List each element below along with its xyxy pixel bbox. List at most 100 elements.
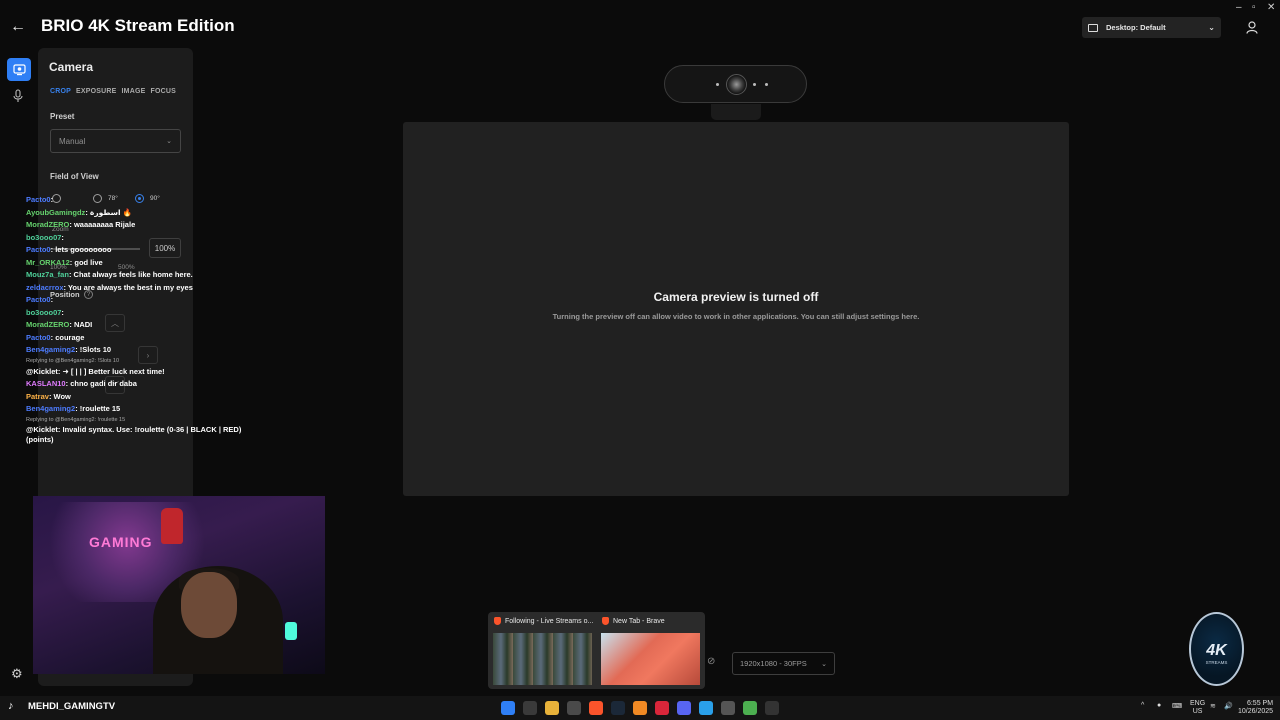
steam-icon[interactable] — [611, 701, 625, 715]
chat-username[interactable]: Pacto0 — [26, 245, 51, 254]
camera-sensor-dot — [753, 83, 756, 86]
chat-username[interactable]: bo3ooo07 — [26, 308, 61, 317]
wifi-icon[interactable]: ≋ — [1210, 702, 1216, 710]
chat-username[interactable]: zeldacrrox — [26, 283, 64, 292]
chat-text: !roulette 15 — [79, 404, 121, 413]
tab-image[interactable]: IMAGE — [122, 88, 146, 95]
settings-tabs: CROP EXPOSURE IMAGE FOCUS — [50, 88, 176, 95]
chrome-icon[interactable] — [743, 701, 757, 715]
lang-code: ENG — [1190, 700, 1206, 707]
chat-message: zeldacrrox: You are always the best in m… — [26, 282, 266, 295]
brave-icon — [602, 617, 609, 625]
desk-lamp — [285, 622, 297, 640]
keyboard-tray-icon[interactable]: ⌨ — [1172, 702, 1182, 710]
chat-text: Wow — [53, 391, 71, 401]
clock-time: 6:55 PM — [1246, 700, 1274, 707]
clock[interactable]: 6:55 PM 10/26/2025 — [1238, 700, 1273, 716]
app-icon[interactable] — [699, 701, 713, 715]
back-arrow-icon[interactable]: ← — [10, 18, 28, 36]
volume-icon[interactable]: 🔊 — [1224, 702, 1233, 710]
tiktok-icon: ♪ — [8, 700, 14, 712]
windows-start-icon[interactable] — [501, 701, 515, 715]
chat-username[interactable]: MoradZERO — [26, 320, 69, 329]
chat-message: MoradZERO: NADI — [26, 319, 266, 332]
close-icon[interactable]: ✕ — [1267, 2, 1275, 13]
logitech-icon[interactable] — [765, 701, 779, 715]
chat-username[interactable]: @Kicklet — [26, 425, 58, 434]
chat-message: @Kicklet: Invalid syntax. Use: !roulette… — [26, 425, 266, 445]
language-indicator[interactable]: ENG US — [1190, 700, 1205, 716]
chat-message: MoradZERO: waaaaaaaa Rijale — [26, 219, 266, 232]
chat-username[interactable]: AyoubGamingdz — [26, 208, 85, 217]
fov-label: Field of View — [50, 172, 99, 181]
chat-text: اسطورة 🔥 — [89, 207, 133, 217]
chat-username[interactable]: @Kicklet — [26, 367, 58, 376]
resolution-value: 1920x1080 - 30FPS — [740, 659, 807, 668]
chat-username[interactable]: Mr_ORKA12 — [26, 258, 70, 267]
app-icon[interactable] — [633, 701, 647, 715]
profile-dropdown[interactable]: Desktop: Default ⌄ — [1082, 17, 1221, 38]
preset-select[interactable]: Manual ⌄ — [50, 129, 181, 153]
chat-text: waaaaaaaa Rijale — [73, 220, 136, 229]
discord-icon[interactable] — [677, 701, 691, 715]
chat-username[interactable]: KASLAN10 — [26, 379, 66, 388]
region-code: US — [1192, 708, 1203, 715]
streamer-head — [181, 572, 237, 638]
chat-text: ➜ [ | | ] Better luck next time! — [62, 366, 165, 376]
clock-date: 10/26/2025 — [1238, 708, 1274, 715]
chat-message: Patrav: Wow — [26, 391, 266, 404]
chat-username[interactable]: Patrav — [26, 392, 49, 401]
settings-gear-icon[interactable]: ⚙ — [11, 667, 25, 681]
app-icon[interactable] — [721, 701, 735, 715]
chat-username[interactable]: Pacto0 — [26, 295, 51, 304]
chat-username[interactable]: MoradZERO — [26, 220, 69, 229]
page-title: BRIO 4K Stream Edition — [41, 16, 235, 35]
preview-window-title: Following - Live Streams o... — [505, 617, 594, 625]
chevron-down-icon: ⌄ — [1208, 23, 1215, 32]
chat-message: AyoubGamingdz: اسطورة 🔥 — [26, 207, 266, 220]
user-icon[interactable] — [1246, 21, 1258, 34]
chat-username[interactable]: bo3ooo07 — [26, 233, 61, 242]
maximize-icon[interactable]: ▫ — [1252, 2, 1256, 13]
file-explorer-icon[interactable] — [545, 701, 559, 715]
task-view-icon[interactable] — [523, 701, 537, 715]
window-thumbnail — [601, 633, 700, 685]
microphone-nav-icon[interactable] — [12, 89, 24, 103]
logo-main-text: 4K — [1206, 642, 1227, 659]
chat-username[interactable]: Mouz7a_fan — [26, 270, 69, 279]
tray-chevron-icon[interactable]: ^ — [1141, 702, 1144, 709]
tab-crop[interactable]: CROP — [50, 88, 71, 95]
preview-toggle-icon[interactable]: ⊘ — [707, 656, 719, 670]
camera-mount — [711, 104, 761, 120]
stream-chat-overlay: Pacto0: AyoubGamingdz: اسطورة 🔥 MoradZERO… — [26, 194, 266, 445]
chat-message: Pacto0: — [26, 294, 266, 307]
chat-username[interactable]: Ben4gaming2 — [26, 345, 75, 354]
tab-exposure[interactable]: EXPOSURE — [76, 88, 117, 95]
chat-username[interactable]: Pacto0 — [26, 195, 51, 204]
preview-window-newtab[interactable]: New Tab - Brave — [598, 614, 703, 687]
chevron-down-icon: ⌄ — [821, 660, 827, 668]
preview-window-following[interactable]: Following - Live Streams o... — [490, 614, 595, 687]
brave-taskbar-icon[interactable] — [589, 701, 603, 715]
chat-username[interactable]: Pacto0 — [26, 333, 51, 342]
store-icon[interactable] — [567, 701, 581, 715]
app-icon[interactable] — [655, 701, 669, 715]
chat-text: god live — [74, 257, 103, 267]
chat-separator: : — [61, 307, 64, 317]
taskbar-window-previews: Following - Live Streams o... New Tab - … — [488, 612, 705, 689]
chat-username[interactable]: Ben4gaming2 — [26, 404, 75, 413]
chat-text: !Slots 10 — [79, 345, 112, 354]
window-thumbnail — [493, 633, 592, 685]
brio-camera-illustration — [664, 65, 807, 120]
resolution-select[interactable]: 1920x1080 - 30FPS ⌄ — [732, 652, 835, 675]
chat-message: Ben4gaming2: !Slots 10 — [26, 344, 266, 357]
tab-focus[interactable]: FOCUS — [150, 88, 176, 95]
chat-text: NADI — [73, 320, 93, 329]
chat-message: Pacto0: courage — [26, 332, 266, 345]
mic-tray-icon[interactable]: ● — [1157, 702, 1161, 709]
camera-nav-icon[interactable] — [7, 58, 31, 81]
minimize-icon[interactable]: – — [1236, 2, 1242, 13]
chat-message: KASLAN10: chno gadi dir daba — [26, 378, 266, 391]
preview-window-title: New Tab - Brave — [613, 617, 665, 625]
chat-text: courage — [55, 332, 85, 342]
